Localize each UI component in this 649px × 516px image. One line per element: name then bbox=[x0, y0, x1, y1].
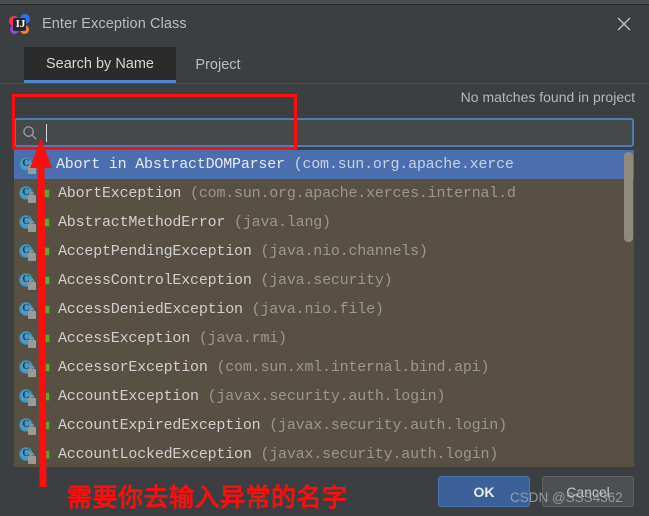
list-item-package: (com.sun.xml.internal.bind.api) bbox=[216, 359, 490, 376]
list-scrollbar-thumb[interactable] bbox=[624, 152, 633, 242]
list-item-label: AbortException (com.sun.org.apache.xerce… bbox=[58, 185, 516, 202]
list-item-label: AccessorException (com.sun.xml.internal.… bbox=[58, 359, 489, 376]
list-item-package: (javax.security.auth.login) bbox=[269, 417, 507, 434]
list-item-package: (java.rmi) bbox=[198, 330, 287, 347]
java-class-icon: C bbox=[18, 214, 36, 232]
list-item[interactable]: C AcceptPendingException (java.nio.channe… bbox=[14, 237, 634, 266]
tab-project-label: Project bbox=[195, 57, 241, 73]
list-item-class-name: AcceptPendingException bbox=[58, 243, 252, 260]
ok-button[interactable]: OK bbox=[438, 476, 530, 507]
list-item-package: (javax.security.auth.login) bbox=[260, 446, 499, 463]
dialog-tabs: Search by Name Project bbox=[0, 47, 649, 85]
java-class-icon: C bbox=[18, 243, 36, 261]
list-item-package: (java.nio.file) bbox=[251, 301, 384, 318]
java-class-icon: C bbox=[18, 388, 36, 406]
list-item-label: AccessDeniedException (java.nio.file) bbox=[58, 301, 384, 318]
search-field[interactable] bbox=[14, 118, 634, 147]
enter-exception-class-dialog: IJ Enter Exception Class Search by Name … bbox=[0, 0, 649, 516]
visibility-marker-icon bbox=[41, 392, 50, 401]
java-class-icon: C bbox=[18, 301, 36, 319]
list-item-label: AccountLockedException (javax.security.a… bbox=[58, 446, 498, 463]
cancel-button[interactable]: Cancel bbox=[542, 476, 634, 507]
java-class-icon: C bbox=[18, 359, 36, 377]
visibility-marker-icon bbox=[41, 247, 50, 256]
dialog-title-bar: IJ Enter Exception Class bbox=[0, 5, 649, 43]
java-class-icon: C bbox=[18, 330, 36, 348]
annotation-note: 需要你去输入异常的名字 bbox=[67, 483, 348, 512]
java-class-icon: C bbox=[18, 417, 36, 435]
visibility-marker-icon bbox=[41, 189, 50, 198]
list-item-class-name: AccountException bbox=[58, 388, 199, 405]
close-icon[interactable] bbox=[607, 7, 641, 41]
list-item-package: (com.sun.org.apache.xerces.internal.d bbox=[190, 185, 516, 202]
visibility-marker-icon bbox=[41, 363, 50, 372]
list-item-label: AcceptPendingException (java.nio.channel… bbox=[58, 243, 428, 260]
list-item[interactable]: C AbstractMethodError (java.lang) bbox=[14, 208, 634, 237]
list-item-package: (javax.security.auth.login) bbox=[207, 388, 446, 405]
list-item-package: (com.sun.org.apache.xerce bbox=[293, 156, 514, 173]
list-item-class-name: AccessorException bbox=[58, 359, 208, 376]
no-matches-status: No matches found in project bbox=[460, 89, 635, 105]
java-class-icon: C bbox=[18, 272, 36, 290]
list-item[interactable]: C AccountLockedException (javax.security.… bbox=[14, 440, 634, 467]
tabs-divider bbox=[0, 83, 649, 84]
list-item-label: AbstractMethodError (java.lang) bbox=[58, 214, 331, 231]
bookmark-dot-icon bbox=[41, 161, 48, 168]
search-icon bbox=[22, 125, 38, 141]
java-class-icon: C bbox=[18, 156, 36, 174]
ok-button-label: OK bbox=[473, 483, 495, 500]
cancel-button-label: Cancel bbox=[566, 483, 610, 500]
text-caret bbox=[46, 124, 47, 142]
list-item-package: (java.nio.channels) bbox=[260, 243, 428, 260]
list-item-package: (java.lang) bbox=[234, 214, 331, 231]
visibility-marker-icon bbox=[41, 334, 50, 343]
list-item-class-name: AccountLockedException bbox=[58, 446, 252, 463]
list-item-label: AccessException (java.rmi) bbox=[58, 330, 287, 347]
tab-project[interactable]: Project bbox=[182, 47, 254, 83]
list-item[interactable]: C AccessDeniedException (java.nio.file) bbox=[14, 295, 634, 324]
intellij-idea-icon: IJ bbox=[9, 13, 30, 35]
list-item-label: AccountException (javax.security.auth.lo… bbox=[58, 388, 445, 405]
list-item[interactable]: C AccountException (javax.security.auth.l… bbox=[14, 382, 634, 411]
list-item-class-name: AccessException bbox=[58, 330, 191, 347]
list-item-class-name: AbortException bbox=[58, 185, 182, 202]
list-item-class-name: AccountExpiredException bbox=[58, 417, 261, 434]
list-item-label: AccountExpiredException (javax.security.… bbox=[58, 417, 507, 434]
java-class-icon: C bbox=[18, 446, 36, 464]
list-item[interactable]: C AbortException (com.sun.org.apache.xerc… bbox=[14, 179, 634, 208]
tab-search-by-name-label: Search by Name bbox=[46, 55, 154, 72]
java-class-icon: C bbox=[18, 185, 36, 203]
visibility-marker-icon bbox=[41, 218, 50, 227]
visibility-marker-icon bbox=[41, 421, 50, 430]
list-item-package: (java.security) bbox=[260, 272, 393, 289]
list-item[interactable]: C AccessException (java.rmi) bbox=[14, 324, 634, 353]
list-item-class-name: AccessDeniedException bbox=[58, 301, 243, 318]
visibility-marker-icon bbox=[41, 305, 50, 314]
visibility-marker-icon bbox=[41, 450, 50, 459]
dialog-title: Enter Exception Class bbox=[42, 16, 187, 32]
list-item-class-name: Abort in AbstractDOMParser bbox=[56, 156, 285, 173]
list-item-label: Abort in AbstractDOMParser (com.sun.org.… bbox=[56, 156, 514, 173]
search-results-list[interactable]: C Abort in AbstractDOMParser (com.sun.org… bbox=[14, 150, 634, 467]
list-item[interactable]: C AccessorException (com.sun.xml.internal… bbox=[14, 353, 634, 382]
visibility-marker-icon bbox=[41, 276, 50, 285]
list-item[interactable]: C AccountExpiredException (javax.security… bbox=[14, 411, 634, 440]
list-scrollbar[interactable] bbox=[623, 150, 634, 467]
list-item-label: AccessControlException (java.security) bbox=[58, 272, 393, 289]
search-input[interactable] bbox=[42, 121, 632, 144]
list-item[interactable]: C Abort in AbstractDOMParser (com.sun.org… bbox=[14, 150, 634, 179]
tab-search-by-name[interactable]: Search by Name bbox=[24, 47, 176, 83]
list-item[interactable]: C AccessControlException (java.security) bbox=[14, 266, 634, 295]
list-item-class-name: AccessControlException bbox=[58, 272, 252, 289]
list-item-class-name: AbstractMethodError bbox=[58, 214, 226, 231]
